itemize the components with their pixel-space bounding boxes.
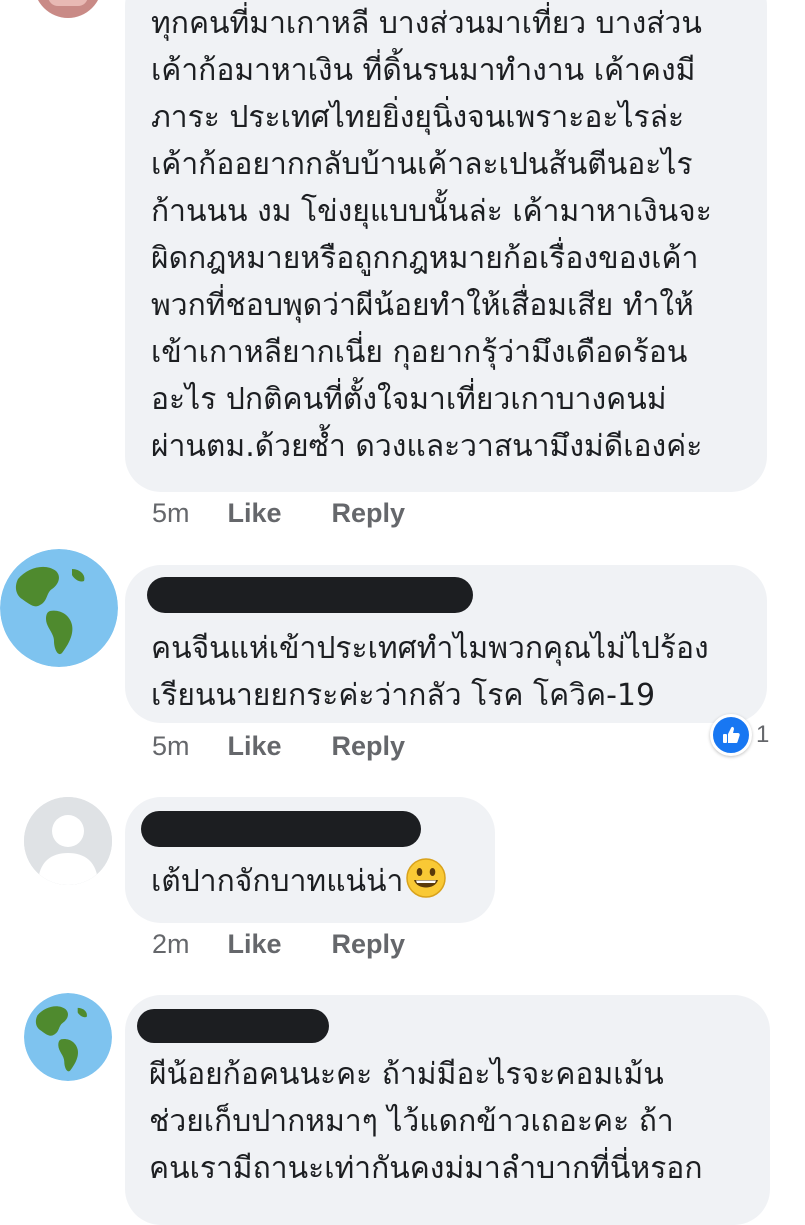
comment-timestamp[interactable]: 5m	[152, 498, 190, 529]
reaction-count: 1	[756, 721, 770, 748]
comment-text-content: เต้ปากจักบาทแน่น่า	[151, 864, 404, 899]
comment-bubble: เต้ปากจักบาทแน่น่า	[125, 797, 495, 923]
comment-timestamp[interactable]: 2m	[152, 929, 190, 960]
like-button[interactable]: Like	[228, 731, 282, 762]
redacted-author-name	[137, 1009, 329, 1043]
commenter-avatar[interactable]	[0, 549, 118, 667]
reaction-summary[interactable]: 1	[710, 714, 769, 756]
commenter-avatar[interactable]	[24, 797, 112, 885]
comment-actions: 5m Like Reply	[152, 498, 405, 529]
redacted-author-name	[147, 577, 473, 613]
commenter-avatar[interactable]	[24, 993, 112, 1081]
comment-text: ผีน้อยก้อคนนะคะ ถ้าม่มีอะไรจะคอมเม้น ช่ว…	[149, 1057, 703, 1186]
earth-globe-icon	[0, 549, 118, 667]
reply-button[interactable]: Reply	[332, 498, 406, 529]
comment-bubble: ผีน้อยก้อคนนะคะ ถ้าม่มีอะไรจะคอมเม้น ช่ว…	[125, 995, 770, 1225]
comment-actions: 2m Like Reply	[152, 929, 405, 960]
like-button[interactable]: Like	[228, 498, 282, 529]
grinning-face-icon	[406, 858, 447, 898]
comment-text: เต้ปากจักบาทแน่น่า	[151, 857, 475, 905]
comment-bubble: คนจีนแห่เข้าประเทศทำไมพวกคุณไม่ไปร้อง เร…	[125, 565, 767, 723]
comment-timestamp[interactable]: 5m	[152, 731, 190, 762]
thumbs-up-icon	[710, 714, 752, 756]
default-profile-icon	[24, 797, 112, 885]
redacted-author-name	[141, 811, 421, 847]
like-button[interactable]: Like	[228, 929, 282, 960]
commenter-avatar[interactable]	[34, 0, 102, 18]
comment-actions: 5m Like Reply	[152, 731, 405, 762]
earth-globe-icon	[24, 993, 112, 1081]
reply-button[interactable]: Reply	[332, 731, 406, 762]
reply-button[interactable]: Reply	[332, 929, 406, 960]
comment-bubble: ทุกคนที่มาเกาหลี บางส่วนมาเที่ยว บางส่วน…	[125, 0, 767, 492]
comment-text: คนจีนแห่เข้าประเทศทำไมพวกคุณไม่ไปร้อง เร…	[151, 631, 709, 713]
avatar-photo	[48, 0, 88, 6]
comment-text: ทุกคนที่มาเกาหลี บางส่วนมาเที่ยว บางส่วน…	[151, 6, 712, 464]
